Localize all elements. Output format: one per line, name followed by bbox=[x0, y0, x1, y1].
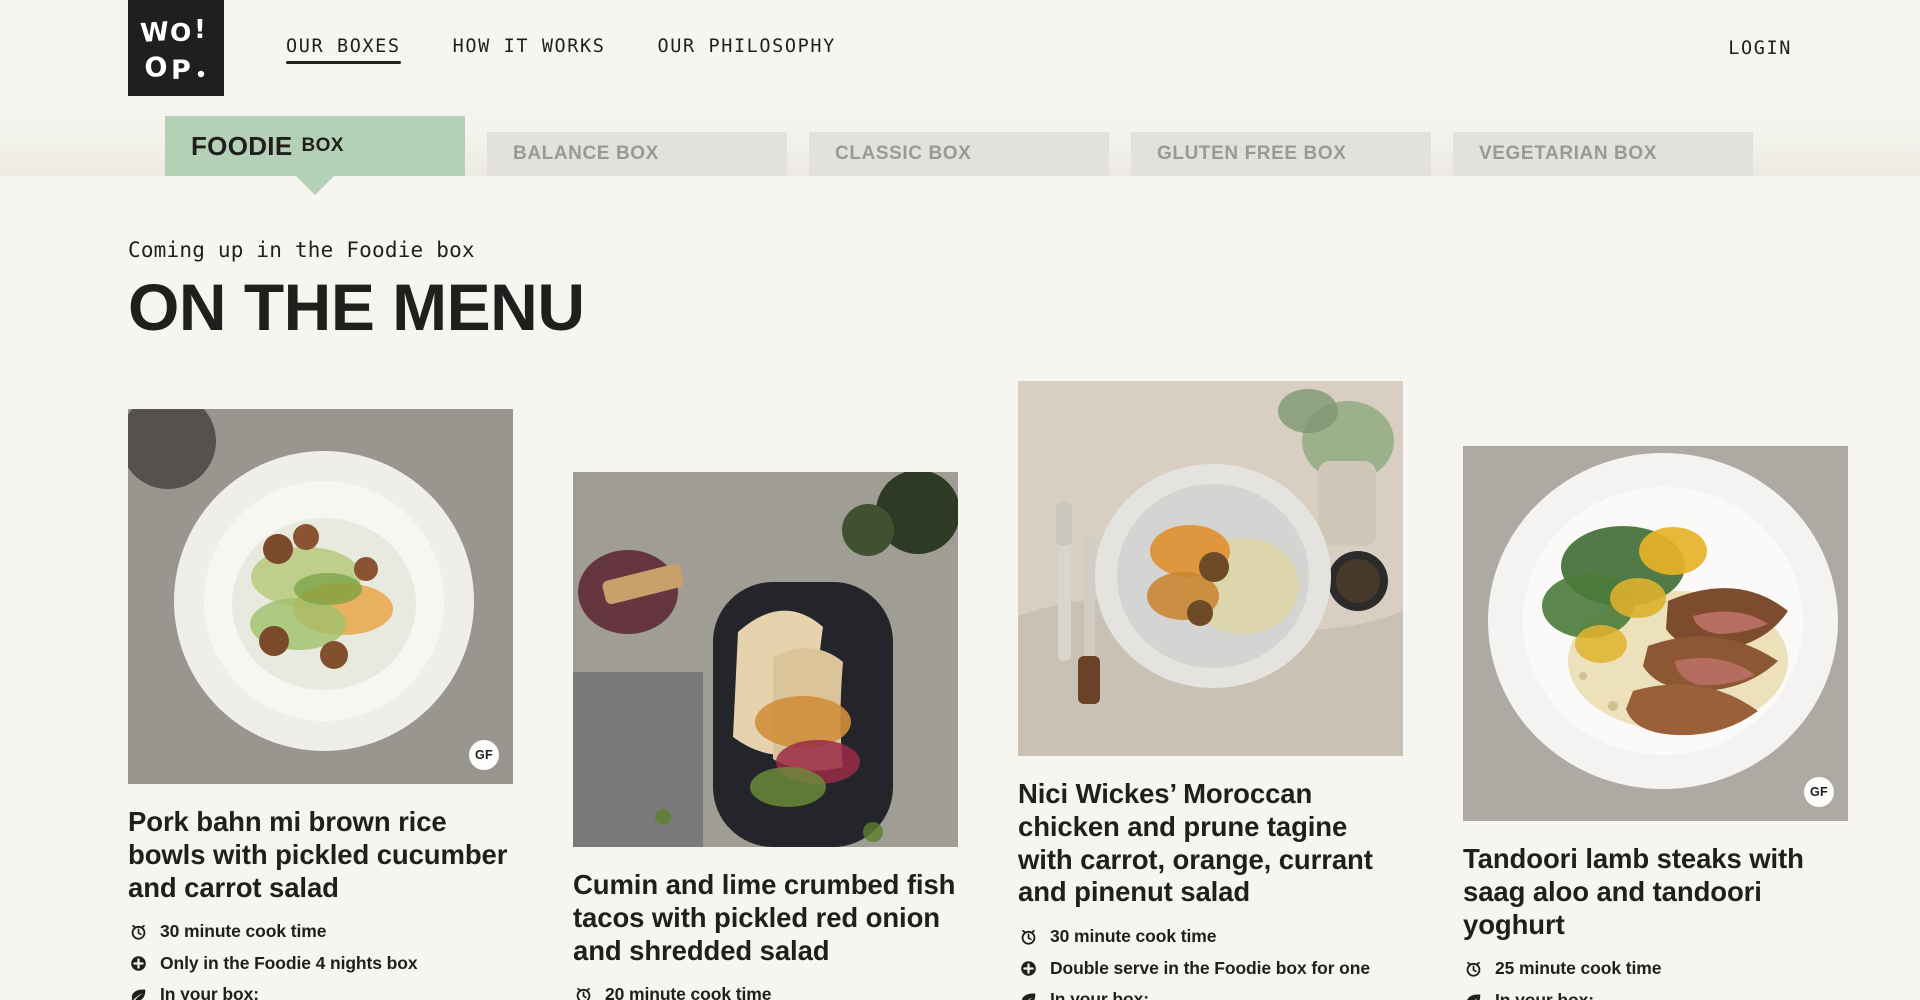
in-your-box-label: In your box: bbox=[160, 984, 259, 1000]
page-kicker: Coming up in the Foodie box bbox=[128, 238, 475, 262]
recipe-title: Pork bahn mi brown rice bowls with pickl… bbox=[128, 806, 508, 903]
login-area: LOGIN bbox=[1728, 0, 1792, 96]
tab-foodie-main-label: FOODIE bbox=[191, 130, 293, 161]
recipe-cook-time: 20 minute cook time bbox=[605, 984, 772, 1000]
leaf-icon bbox=[1018, 989, 1038, 1000]
tab-foodie-sub-label: BOX bbox=[301, 135, 344, 156]
page-title: ON THE MENU bbox=[128, 270, 585, 344]
active-tab-pointer-icon bbox=[295, 175, 335, 195]
svg-text:O: O bbox=[170, 18, 191, 47]
tab-balance-box[interactable]: BALANCE BOX bbox=[487, 132, 787, 176]
recipe-card[interactable]: GF Pork bahn mi brown rice bowls with pi… bbox=[128, 409, 513, 1000]
recipe-card-list: GF Pork bahn mi brown rice bowls with pi… bbox=[128, 369, 1848, 1000]
recipe-title: Nici Wickes’ Moroccan chicken and prune … bbox=[1018, 778, 1373, 908]
site-header: W O ! O P OUR BOXES HOW IT WORKS OUR PHI… bbox=[0, 0, 1920, 96]
recipe-card[interactable]: GF Tandoori lamb steaks with saag aloo a… bbox=[1463, 446, 1848, 1000]
recipe-title: Cumin and lime crumbed fish tacos with p… bbox=[573, 869, 956, 966]
tab-classic-label: CLASSIC BOX bbox=[835, 143, 972, 164]
woop-logo[interactable]: W O ! O P bbox=[128, 0, 224, 96]
recipe-cook-time: 30 minute cook time bbox=[160, 921, 327, 942]
recipe-availability: Double serve in the Foodie box for one bbox=[1050, 957, 1370, 978]
alarm-clock-icon bbox=[1463, 958, 1483, 979]
in-your-box-label: In your box: bbox=[1495, 989, 1594, 1000]
recipe-meta: 25 minute cook time In your box: bbox=[1463, 958, 1848, 1000]
tab-foodie-box[interactable]: FOODIE BOX bbox=[165, 116, 465, 195]
recipe-in-your-box-row: In your box: bbox=[1463, 990, 1848, 1000]
plus-circle-icon bbox=[128, 953, 148, 974]
recipe-title: Tandoori lamb steaks with saag aloo and … bbox=[1463, 843, 1804, 940]
leaf-icon bbox=[1463, 990, 1483, 1000]
login-link[interactable]: LOGIN bbox=[1728, 38, 1792, 59]
primary-nav: OUR BOXES HOW IT WORKS OUR PHILOSOPHY bbox=[286, 0, 836, 96]
recipe-meta: 30 minute cook time Only in the Foodie 4… bbox=[128, 921, 513, 1000]
recipe-cook-time-row: 20 minute cook time bbox=[573, 984, 958, 1000]
recipe-in-your-box-row: In your box: bbox=[128, 984, 513, 1000]
recipe-image[interactable]: GF bbox=[128, 409, 513, 785]
recipe-image[interactable] bbox=[1018, 381, 1403, 757]
recipe-photo-fish-tacos bbox=[573, 472, 958, 848]
recipe-image[interactable] bbox=[573, 472, 958, 848]
tab-gluten-free-label: GLUTEN FREE BOX bbox=[1157, 143, 1347, 164]
alarm-clock-icon bbox=[573, 984, 593, 1000]
alarm-clock-icon bbox=[128, 921, 148, 942]
plus-circle-icon bbox=[1018, 958, 1038, 979]
tab-vegetarian-label: VEGETARIAN BOX bbox=[1479, 143, 1658, 164]
recipe-cook-time-row: 25 minute cook time bbox=[1463, 958, 1848, 979]
recipe-meta: 20 minute cook time In your box: bbox=[573, 984, 958, 1000]
woop-logo-mark: W O ! O P bbox=[139, 15, 206, 85]
recipe-image[interactable]: GF bbox=[1463, 446, 1848, 822]
svg-text:!: ! bbox=[194, 15, 206, 45]
tab-classic-box[interactable]: CLASSIC BOX bbox=[809, 132, 1109, 176]
recipe-cook-time-row: 30 minute cook time bbox=[1018, 926, 1403, 947]
svg-text:O: O bbox=[144, 52, 169, 84]
alarm-clock-icon bbox=[1018, 926, 1038, 947]
recipe-cook-time: 30 minute cook time bbox=[1050, 926, 1217, 947]
nav-item-our-philosophy[interactable]: OUR PHILOSOPHY bbox=[658, 36, 836, 60]
recipe-cook-time: 25 minute cook time bbox=[1495, 958, 1662, 979]
recipe-in-your-box-row: In your box: bbox=[1018, 989, 1403, 1000]
svg-text:W: W bbox=[139, 17, 170, 49]
tab-gluten-free-box[interactable]: GLUTEN FREE BOX bbox=[1131, 132, 1431, 176]
recipe-meta: 30 minute cook time Double serve in the … bbox=[1018, 926, 1403, 1000]
tab-balance-label: BALANCE BOX bbox=[513, 143, 659, 164]
svg-text:P: P bbox=[171, 55, 191, 85]
recipe-card[interactable]: Cumin and lime crumbed fish tacos with p… bbox=[573, 472, 958, 1000]
recipe-photo-tandoori-lamb bbox=[1463, 446, 1848, 822]
nav-item-how-it-works[interactable]: HOW IT WORKS bbox=[453, 36, 606, 60]
recipe-availability: Only in the Foodie 4 nights box bbox=[160, 952, 418, 973]
recipe-cook-time-row: 30 minute cook time bbox=[128, 921, 513, 942]
recipe-availability-row: Only in the Foodie 4 nights box bbox=[128, 953, 513, 974]
recipe-availability-row: Double serve in the Foodie box for one bbox=[1018, 958, 1403, 979]
recipe-photo-pork-bahn-mi bbox=[128, 409, 513, 785]
box-type-tabs: FOODIE BOX BALANCE BOX CLASSIC BOX GLUTE… bbox=[0, 96, 1920, 195]
recipe-card[interactable]: Nici Wickes’ Moroccan chicken and prune … bbox=[1018, 381, 1403, 1000]
main-content: Coming up in the Foodie box ON THE MENU bbox=[0, 238, 1920, 1000]
tab-vegetarian-box[interactable]: VEGETARIAN BOX bbox=[1453, 132, 1753, 176]
page-root: W O ! O P OUR BOXES HOW IT WORKS OUR PHI… bbox=[0, 0, 1920, 1000]
in-your-box-label: In your box: bbox=[1050, 988, 1149, 1000]
leaf-icon bbox=[128, 984, 148, 1000]
recipe-photo-moroccan-tagine bbox=[1018, 381, 1403, 757]
nav-item-our-boxes[interactable]: OUR BOXES bbox=[286, 36, 401, 64]
